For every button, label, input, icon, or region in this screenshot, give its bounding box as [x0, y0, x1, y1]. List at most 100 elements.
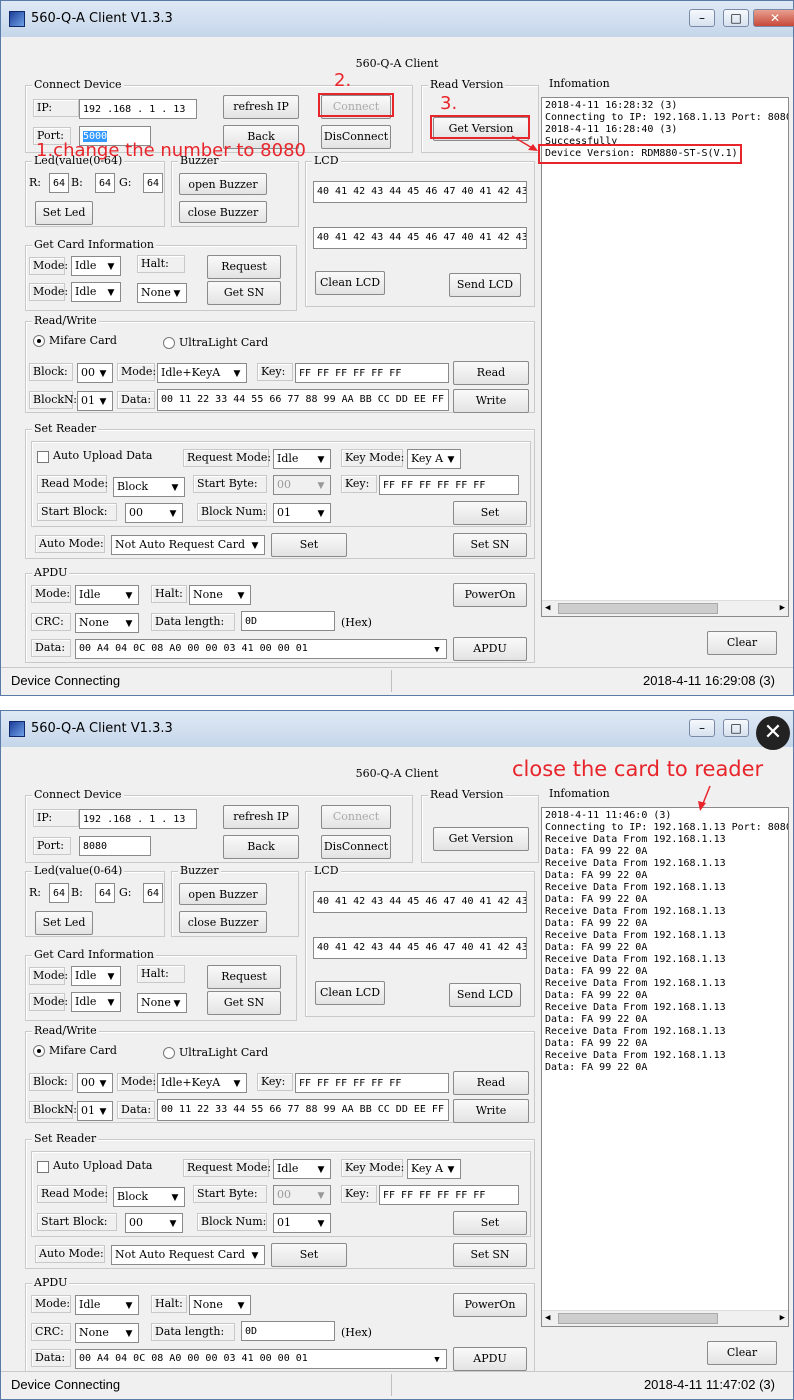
ip-input[interactable]: 192 .168 . 1 . 13: [79, 809, 197, 829]
mifare-card-radio[interactable]: [33, 1045, 45, 1057]
get-version-button[interactable]: Get Version: [433, 827, 529, 851]
auto-mode-select[interactable]: Not Auto Request Card ▼: [111, 1245, 265, 1265]
information-log[interactable]: 2018-4-11 16:28:32 (3) Connecting to IP: …: [541, 97, 789, 617]
card-mode-select[interactable]: Idle ▼: [71, 966, 121, 986]
ip-input[interactable]: 192 .168 . 1 . 13: [79, 99, 197, 119]
request-mode-select[interactable]: Idle ▼: [273, 1159, 331, 1179]
auto-upload-checkbox[interactable]: [37, 1161, 49, 1173]
disconnect-button[interactable]: DisConnect: [321, 835, 391, 859]
apdu-mode-select[interactable]: Idle ▼: [75, 585, 139, 605]
start-byte-select[interactable]: 00 ▼: [273, 475, 331, 495]
ultralight-card-radio[interactable]: [163, 1047, 175, 1059]
apdu-button[interactable]: APDU: [453, 637, 527, 661]
open-buzzer-button[interactable]: open Buzzer: [179, 883, 267, 905]
scroll-left-icon[interactable]: ◀: [545, 602, 550, 614]
send-lcd-button[interactable]: Send LCD: [449, 983, 521, 1007]
lcd-line1-input[interactable]: 40 41 42 43 44 45 46 47 40 41 42 43: [313, 891, 527, 913]
card-mode-select[interactable]: Idle ▼: [71, 256, 121, 276]
minimize-button[interactable]: –: [689, 9, 715, 27]
close-buzzer-button[interactable]: close Buzzer: [179, 201, 267, 223]
block-select[interactable]: 00 ▼: [77, 363, 113, 383]
clear-button[interactable]: Clear: [707, 1341, 777, 1365]
disconnect-button[interactable]: DisConnect: [321, 125, 391, 149]
card-mode2-select[interactable]: Idle ▼: [71, 282, 121, 302]
connect-button[interactable]: Connect: [321, 805, 391, 829]
halt-select[interactable]: None ▼: [137, 283, 187, 303]
crc-select[interactable]: None ▼: [75, 613, 139, 633]
close-buzzer-button[interactable]: close Buzzer: [179, 911, 267, 933]
close-button[interactable]: ✕: [753, 9, 794, 27]
block-num-select[interactable]: 01 ▼: [273, 503, 331, 523]
scroll-thumb[interactable]: [558, 1313, 718, 1324]
read-button[interactable]: Read: [453, 361, 529, 385]
set-auto-mode-button[interactable]: Set: [271, 533, 347, 557]
reader-key-input[interactable]: FF FF FF FF FF FF: [379, 475, 519, 495]
power-on-button[interactable]: PowerOn: [453, 1293, 527, 1317]
clean-lcd-button[interactable]: Clean LCD: [315, 271, 385, 295]
clean-lcd-button[interactable]: Clean LCD: [315, 981, 385, 1005]
led-b-input[interactable]: 64: [95, 173, 115, 193]
start-byte-select[interactable]: 00 ▼: [273, 1185, 331, 1205]
clear-button[interactable]: Clear: [707, 631, 777, 655]
ultralight-card-radio[interactable]: [163, 337, 175, 349]
set-led-button[interactable]: Set Led: [35, 201, 93, 225]
blockn-select[interactable]: 01 ▼: [77, 391, 113, 411]
key-mode-select[interactable]: Key A ▼: [407, 449, 461, 469]
write-button[interactable]: Write: [453, 1099, 529, 1123]
scroll-thumb[interactable]: [558, 603, 718, 614]
set-button[interactable]: Set: [453, 1211, 527, 1235]
lcd-line1-input[interactable]: 40 41 42 43 44 45 46 47 40 41 42 43: [313, 181, 527, 203]
request-mode-select[interactable]: Idle ▼: [273, 449, 331, 469]
crc-select[interactable]: None ▼: [75, 1323, 139, 1343]
overlay-close-icon[interactable]: ✕: [756, 716, 790, 750]
set-led-button[interactable]: Set Led: [35, 911, 93, 935]
auto-upload-checkbox[interactable]: [37, 451, 49, 463]
read-mode-select[interactable]: Block ▼: [113, 477, 185, 497]
scroll-right-icon[interactable]: ▶: [780, 1312, 785, 1324]
reader-key-input[interactable]: FF FF FF FF FF FF: [379, 1185, 519, 1205]
maximize-button[interactable]: □: [723, 719, 749, 737]
data-length-input[interactable]: 0D: [241, 1321, 335, 1341]
rw-data-input[interactable]: 00 11 22 33 44 55 66 77 88 99 AA BB CC D…: [157, 389, 449, 411]
led-r-input[interactable]: 64: [49, 173, 69, 193]
blockn-select[interactable]: 01 ▼: [77, 1101, 113, 1121]
scroll-left-icon[interactable]: ◀: [545, 1312, 550, 1324]
apdu-mode-select[interactable]: Idle ▼: [75, 1295, 139, 1315]
port-input[interactable]: 8080: [79, 836, 151, 856]
scroll-right-icon[interactable]: ▶: [780, 602, 785, 614]
rw-mode-select[interactable]: Idle+KeyA ▼: [157, 1073, 247, 1093]
get-sn-button[interactable]: Get SN: [207, 991, 281, 1015]
request-button[interactable]: Request: [207, 255, 281, 279]
halt-select[interactable]: None ▼: [137, 993, 187, 1013]
apdu-data-select[interactable]: 00 A4 04 0C 08 A0 00 00 03 41 00 00 01 ▼: [75, 639, 447, 659]
block-select[interactable]: 00 ▼: [77, 1073, 113, 1093]
data-length-input[interactable]: 0D: [241, 611, 335, 631]
horizontal-scrollbar[interactable]: ◀ ▶: [542, 600, 788, 616]
read-mode-select[interactable]: Block ▼: [113, 1187, 185, 1207]
rw-key-input[interactable]: FF FF FF FF FF FF: [295, 363, 449, 383]
block-num-select[interactable]: 01 ▼: [273, 1213, 331, 1233]
back-button[interactable]: Back: [223, 835, 299, 859]
led-g-input[interactable]: 64: [143, 173, 163, 193]
minimize-button[interactable]: –: [689, 719, 715, 737]
refresh-ip-button[interactable]: refresh IP: [223, 805, 299, 829]
open-buzzer-button[interactable]: open Buzzer: [179, 173, 267, 195]
led-b-input[interactable]: 64: [95, 883, 115, 903]
set-auto-mode-button[interactable]: Set: [271, 1243, 347, 1267]
start-block-select[interactable]: 00 ▼: [125, 1213, 183, 1233]
lcd-line2-input[interactable]: 40 41 42 43 44 45 46 47 40 41 42 43: [313, 227, 527, 249]
horizontal-scrollbar[interactable]: ◀ ▶: [542, 1310, 788, 1326]
apdu-halt-select[interactable]: None ▼: [189, 1295, 251, 1315]
read-button[interactable]: Read: [453, 1071, 529, 1095]
key-mode-select[interactable]: Key A ▼: [407, 1159, 461, 1179]
set-sn-button[interactable]: Set SN: [453, 533, 527, 557]
get-sn-button[interactable]: Get SN: [207, 281, 281, 305]
apdu-data-select[interactable]: 00 A4 04 0C 08 A0 00 00 03 41 00 00 01 ▼: [75, 1349, 447, 1369]
rw-key-input[interactable]: FF FF FF FF FF FF: [295, 1073, 449, 1093]
refresh-ip-button[interactable]: refresh IP: [223, 95, 299, 119]
card-mode2-select[interactable]: Idle ▼: [71, 992, 121, 1012]
set-sn-button[interactable]: Set SN: [453, 1243, 527, 1267]
power-on-button[interactable]: PowerOn: [453, 583, 527, 607]
apdu-halt-select[interactable]: None ▼: [189, 585, 251, 605]
information-log[interactable]: 2018-4-11 11:46:0 (3) Connecting to IP: 1…: [541, 807, 789, 1327]
